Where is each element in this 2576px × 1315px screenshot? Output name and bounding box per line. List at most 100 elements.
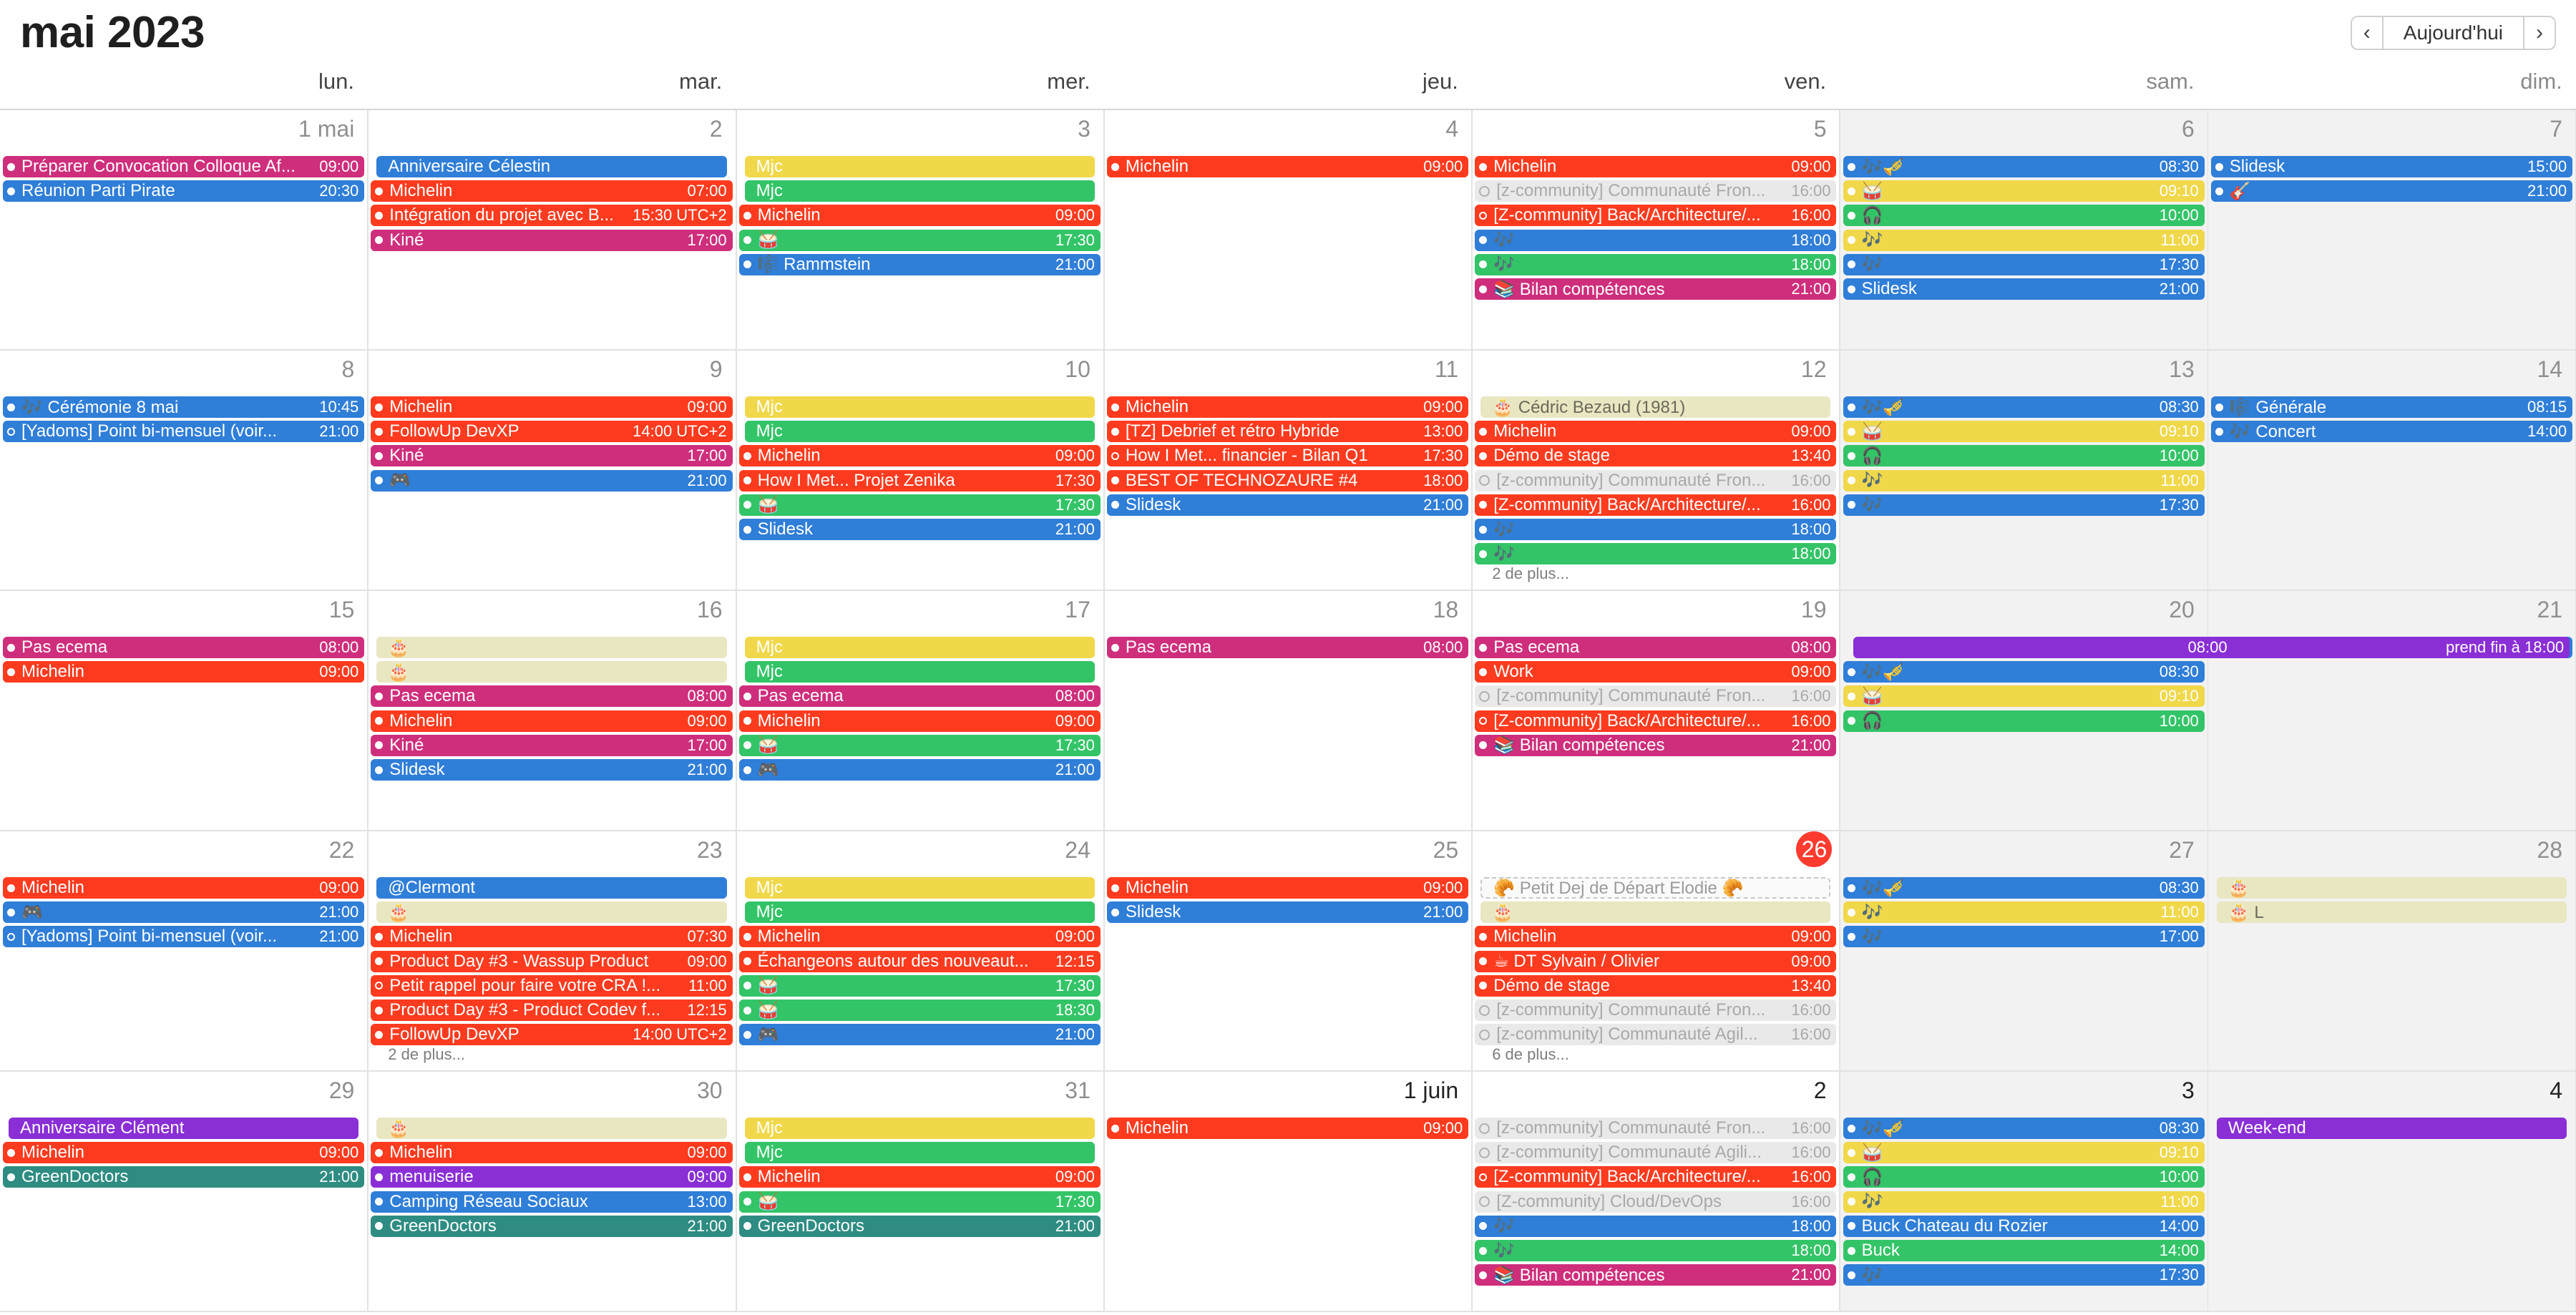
day-cell[interactable]: 24 Mjc Mjc Michelin 09:00 Échangeons autour d… bbox=[736, 831, 1105, 1072]
calendar-event[interactable]: 🎶 17:30 bbox=[1843, 253, 2205, 275]
day-cell[interactable]: 2 Anniversaire Célestin Michelin 07:00 Intég… bbox=[368, 110, 737, 351]
calendar-event[interactable]: 🎶🎺 08:30 bbox=[1843, 877, 2205, 899]
calendar-event[interactable]: FollowUp DevXP 14:00 UTC+2 bbox=[371, 1024, 733, 1046]
calendar-event[interactable]: Michelin 09:00 bbox=[738, 710, 1101, 732]
all-day-event[interactable]: 🎂 L bbox=[2216, 901, 2567, 924]
calendar-event[interactable]: Camping Réseau Sociaux 13:00 bbox=[371, 1191, 733, 1213]
calendar-event[interactable]: Work 09:00 bbox=[1475, 661, 1837, 683]
calendar-event[interactable]: Michelin 09:00 bbox=[1106, 396, 1469, 418]
calendar-event[interactable]: Petit rappel pour faire votre CRA !... 11… bbox=[371, 974, 733, 997]
calendar-event[interactable]: Michelin 09:00 bbox=[738, 445, 1101, 467]
day-cell[interactable]: 23 @Clermont 🎂 Michelin 07:30 Product Day #3 … bbox=[368, 831, 737, 1072]
day-cell[interactable]: 19 Pas ecema 08:00 Work 09:00 [z-community] C… bbox=[1472, 591, 1841, 831]
calendar-event[interactable]: Préparer Convocation Colloque Af... 09:00 bbox=[3, 156, 365, 177]
calendar-event[interactable]: 🎶 18:00 bbox=[1475, 1240, 1837, 1261]
more-events-link[interactable]: 6 de plus... bbox=[1492, 1045, 1569, 1064]
calendar-event[interactable]: Réunion Parti Pirate 20:30 bbox=[3, 180, 365, 202]
calendar-event[interactable]: 📚 Bilan compétences 21:00 bbox=[1475, 278, 1837, 300]
day-cell[interactable]: 22 Michelin 09:00 🎮 21:00 [Yadoms] Point bi-m… bbox=[0, 831, 369, 1072]
calendar-event[interactable]: 🎶 Cérémonie 8 mai 10:45 bbox=[3, 396, 365, 418]
calendar-event[interactable]: Michelin 09:00 bbox=[3, 1142, 365, 1164]
multi-day-event[interactable]: 08:00 prend fin à 18:00 bbox=[1853, 637, 2570, 658]
day-cell[interactable]: 16 🎂 🎂 Pas ecema 08:00 Michelin 09:00 Kiné 17:00… bbox=[368, 591, 737, 831]
calendar-event[interactable]: Échangeons autour des nouveaut... 12:15 bbox=[738, 950, 1101, 972]
calendar-event[interactable]: Michelin 09:00 bbox=[1475, 156, 1837, 177]
calendar-event[interactable]: menuiserie 09:00 bbox=[371, 1166, 733, 1188]
all-day-event[interactable]: Mjc bbox=[744, 180, 1095, 202]
day-cell[interactable]: 5 Michelin 09:00 [z-community] Communauté F… bbox=[1472, 110, 1841, 351]
calendar-event[interactable]: [z-community] Communauté Fron... 16:00 bbox=[1475, 685, 1837, 708]
calendar-event[interactable]: Intégration du projet avec B... 15:30 UTC… bbox=[371, 205, 733, 227]
calendar-event[interactable]: Buck Chateau du Rozier 14:00 bbox=[1843, 1215, 2205, 1237]
calendar-event[interactable]: GreenDoctors 21:00 bbox=[371, 1215, 733, 1237]
calendar-event[interactable]: [Z-community] Back/Architecture/... 16:00 bbox=[1475, 205, 1837, 227]
calendar-event[interactable]: GreenDoctors 21:00 bbox=[738, 1215, 1101, 1237]
calendar-event[interactable]: Démo de stage 13:40 bbox=[1475, 445, 1837, 467]
all-day-event[interactable]: 🎂 Cédric Bezaud (1981) bbox=[1480, 396, 1831, 418]
calendar-event[interactable]: 📚 Bilan compétences 21:00 bbox=[1475, 734, 1837, 756]
day-cell[interactable]: 4 Week-end bbox=[2207, 1072, 2576, 1312]
day-cell[interactable]: 3 🎶🎺 08:30 🥁 09:10 🎧 10:00 🎶 11:00 Buck Chateau d… bbox=[1840, 1072, 2209, 1312]
more-events-link[interactable]: 2 de plus... bbox=[388, 1045, 465, 1064]
calendar-event[interactable]: Michelin 09:00 bbox=[371, 710, 733, 732]
calendar-event[interactable]: GreenDoctors 21:00 bbox=[3, 1166, 365, 1188]
calendar-event[interactable]: Michelin 09:00 bbox=[738, 1166, 1101, 1188]
calendar-event[interactable]: 🥁 09:10 bbox=[1843, 685, 2205, 708]
calendar-event[interactable]: 🎮 21:00 bbox=[371, 469, 733, 492]
calendar-event[interactable]: 🎶 11:00 bbox=[1843, 901, 2205, 924]
calendar-event[interactable]: 🎧 10:00 bbox=[1843, 445, 2205, 467]
calendar-event[interactable]: Michelin 09:00 bbox=[1475, 421, 1837, 443]
calendar-event[interactable]: 🎮 21:00 bbox=[3, 901, 365, 924]
day-cell[interactable]: 13 🎶🎺 08:30 🥁 09:10 🎧 10:00 🎶 11:00 🎶 17:30 bbox=[1840, 351, 2209, 591]
calendar-event[interactable]: Product Day #3 - Wassup Product 09:00 bbox=[371, 950, 733, 972]
calendar-event[interactable]: FollowUp DevXP 14:00 UTC+2 bbox=[371, 421, 733, 443]
calendar-event[interactable]: [z-community] Communauté Fron... 16:00 bbox=[1475, 1118, 1837, 1139]
calendar-event[interactable]: Pas ecema 08:00 bbox=[371, 685, 733, 708]
calendar-event[interactable]: How I Met... Projet Zenika 17:30 bbox=[738, 469, 1101, 492]
day-cell[interactable]: 1 juin Michelin 09:00 bbox=[1103, 1072, 1473, 1312]
day-cell[interactable]: 15 Pas ecema 08:00 Michelin 09:00 bbox=[0, 591, 369, 831]
day-cell[interactable]: 18 Pas ecema 08:00 bbox=[1103, 591, 1473, 831]
calendar-event[interactable]: 🥁 17:30 bbox=[738, 494, 1101, 516]
calendar-event[interactable]: 🎶 11:00 bbox=[1843, 1191, 2205, 1213]
day-cell[interactable]: 31 Mjc Mjc Michelin 09:00 🥁 17:30 GreenDoctors 2… bbox=[736, 1072, 1105, 1312]
all-day-event[interactable]: Mjc bbox=[744, 1142, 1095, 1164]
calendar-event[interactable]: Démo de stage 13:40 bbox=[1475, 974, 1837, 997]
calendar-event[interactable]: Kiné 17:00 bbox=[371, 229, 733, 251]
calendar-event[interactable]: Michelin 09:00 bbox=[738, 926, 1101, 948]
calendar-event[interactable]: 🎼 Générale 08:15 bbox=[2210, 396, 2573, 418]
calendar-event[interactable]: ☕ DT Sylvain / Olivier 09:00 bbox=[1475, 950, 1837, 972]
all-day-event[interactable]: 🎂 bbox=[376, 637, 727, 658]
day-cell[interactable]: 25 Michelin 09:00 Slidesk 21:00 bbox=[1103, 831, 1473, 1072]
calendar-event[interactable]: [Z-community] Cloud/DevOps 16:00 bbox=[1475, 1191, 1837, 1213]
calendar-event[interactable]: 🎸 21:00 bbox=[2210, 180, 2573, 202]
calendar-event[interactable]: 🥁 09:10 bbox=[1843, 180, 2205, 202]
day-cell[interactable]: 1 mai Préparer Convocation Colloque Af...… bbox=[0, 110, 369, 351]
all-day-event[interactable]: Mjc bbox=[744, 1118, 1095, 1139]
all-day-event[interactable]: 🥐 Petit Dej de Départ Elodie 🥐 bbox=[1480, 877, 1831, 899]
calendar-event[interactable]: Slidesk 21:00 bbox=[371, 759, 733, 781]
calendar-event[interactable]: Michelin 09:00 bbox=[3, 877, 365, 899]
day-cell[interactable]: 14 🎼 Générale 08:15 🎶 Concert 14:00 bbox=[2207, 351, 2576, 591]
calendar-event[interactable]: Slidesk 15:00 bbox=[2210, 156, 2573, 177]
calendar-event[interactable]: [Z-community] Back/Architecture/... 16:00 bbox=[1475, 710, 1837, 732]
day-cell[interactable]: 26 🥐 Petit Dej de Départ Elodie 🥐 🎂 Micheli… bbox=[1472, 831, 1841, 1072]
calendar-event[interactable]: 🥁 17:30 bbox=[738, 974, 1101, 997]
calendar-event[interactable]: 🎶🎺 08:30 bbox=[1843, 1118, 2205, 1139]
all-day-event[interactable]: Anniversaire Célestin bbox=[376, 156, 727, 177]
calendar-event[interactable]: Pas ecema 08:00 bbox=[3, 637, 365, 658]
calendar-event[interactable]: Michelin 09:00 bbox=[738, 205, 1101, 227]
calendar-event[interactable]: 🎮 21:00 bbox=[738, 1024, 1101, 1046]
calendar-event[interactable]: [Yadoms] Point bi-mensuel (voir... 21:00 bbox=[3, 926, 365, 948]
more-events-link[interactable]: 2 de plus... bbox=[1492, 564, 1569, 583]
calendar-event[interactable]: 🎮 21:00 bbox=[738, 759, 1101, 781]
calendar-event[interactable]: 📚 Bilan compétences 21:00 bbox=[1475, 1264, 1837, 1286]
calendar-event[interactable]: 🥁 17:30 bbox=[738, 229, 1101, 251]
calendar-event[interactable]: Pas ecema 08:00 bbox=[1475, 637, 1837, 658]
all-day-event[interactable]: Mjc bbox=[744, 421, 1095, 443]
chevron-left-icon[interactable]: ‹ bbox=[2352, 17, 2384, 49]
calendar-event[interactable]: How I Met... financier - Bilan Q1 17:30 bbox=[1106, 445, 1469, 467]
all-day-event[interactable]: Week-end bbox=[2216, 1118, 2567, 1139]
day-cell[interactable]: 3 Mjc Mjc Michelin 09:00 🥁 17:30 🎼 Rammstein 21:… bbox=[736, 110, 1105, 351]
calendar-event[interactable]: Michelin 09:00 bbox=[1106, 877, 1469, 899]
